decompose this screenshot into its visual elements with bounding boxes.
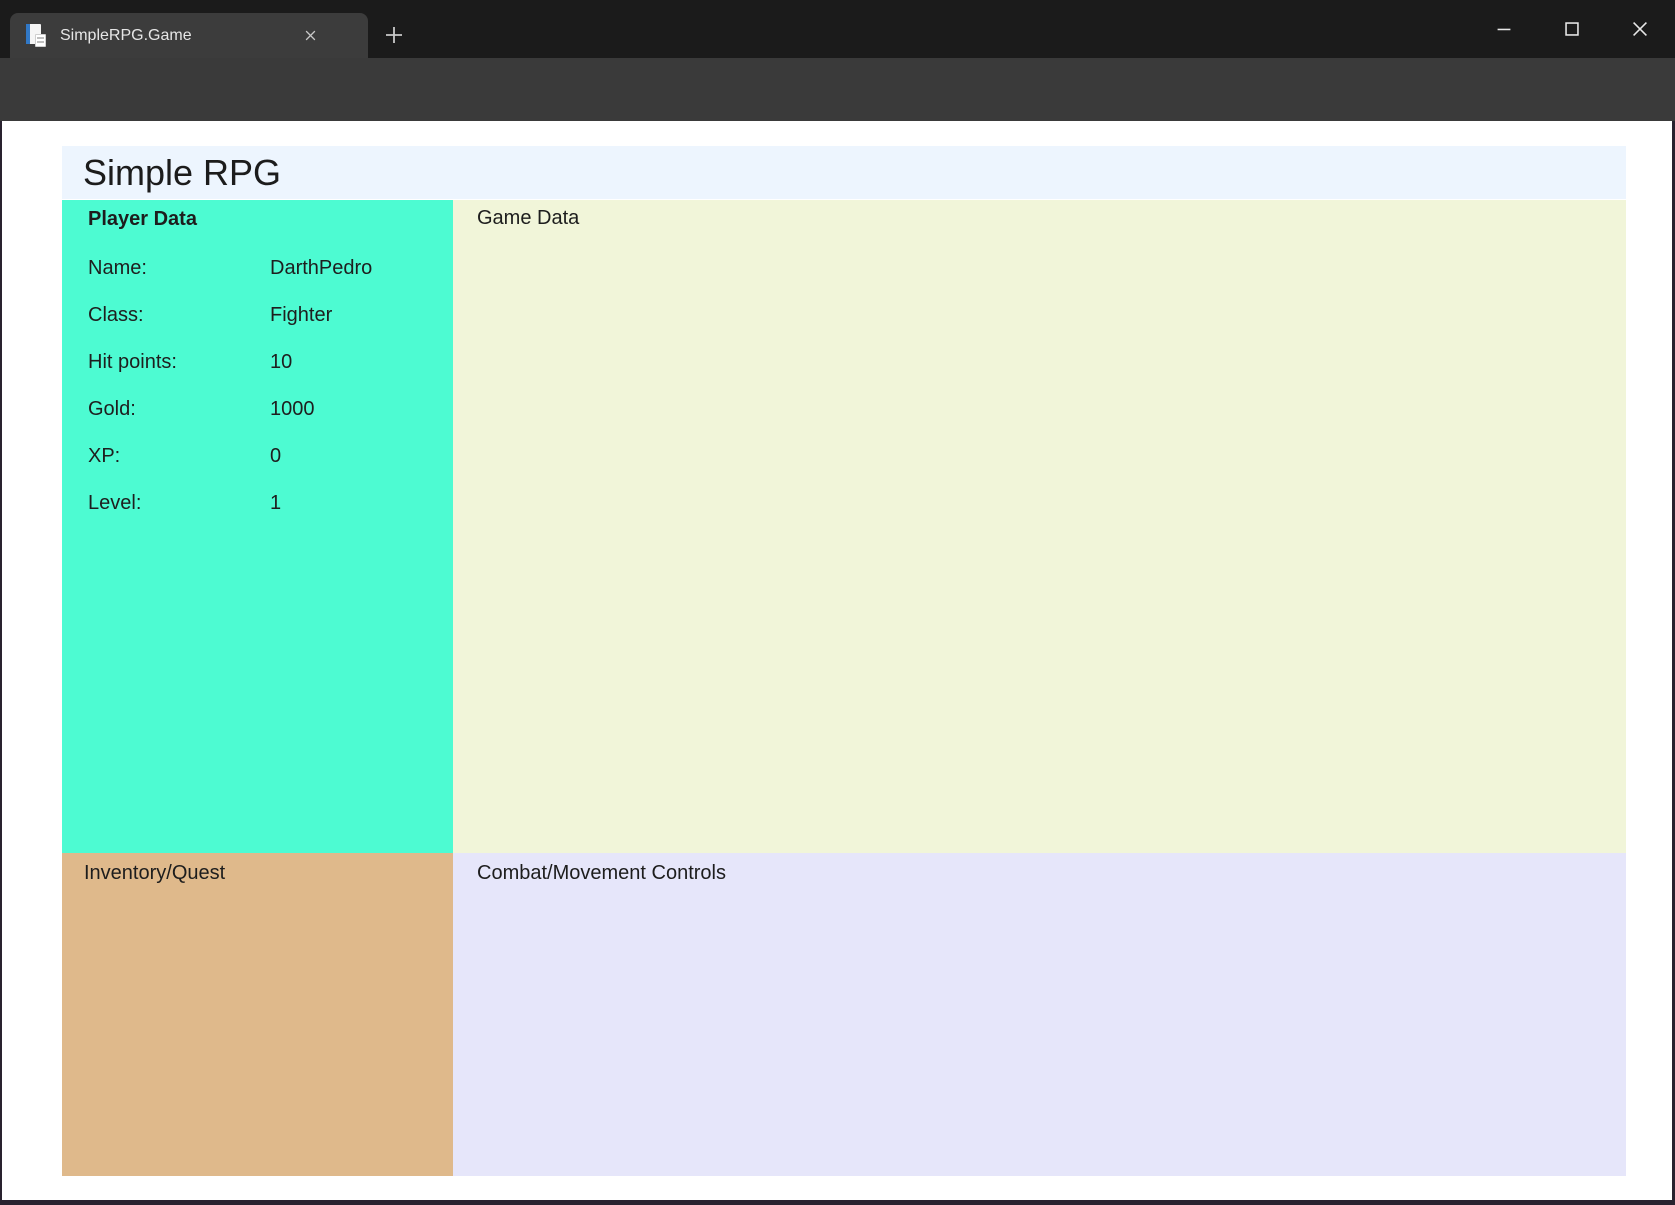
minimize-button[interactable]	[1474, 0, 1534, 58]
browser-window: SimpleRPG.Game Simple RPG Player Data Na…	[0, 0, 1675, 1205]
inventory-quest-title: Inventory/Quest	[84, 862, 226, 884]
player-data-panel: Player Data Name: DarthPedro Class: Figh…	[62, 200, 453, 853]
tab-close-button[interactable]	[296, 22, 324, 50]
stat-row-level: Level: 1	[88, 480, 453, 527]
browser-titlebar: SimpleRPG.Game	[0, 0, 1675, 58]
stat-row-class: Class: Fighter	[88, 292, 453, 339]
stat-label: XP:	[88, 445, 121, 467]
stat-label: Hit points:	[88, 351, 177, 373]
browser-tab[interactable]: SimpleRPG.Game	[10, 13, 368, 58]
page-header: Simple RPG	[62, 146, 1626, 199]
stat-row-name: Name: DarthPedro	[88, 245, 453, 292]
new-tab-button[interactable]	[378, 19, 410, 51]
stat-row-xp: XP: 0	[88, 433, 453, 480]
stat-value: DarthPedro	[270, 257, 373, 279]
combat-movement-panel: Combat/Movement Controls	[453, 853, 1626, 1176]
tab-title: SimpleRPG.Game	[60, 26, 192, 44]
combat-movement-title: Combat/Movement Controls	[477, 862, 726, 884]
window-controls	[1474, 0, 1670, 58]
page-favicon-icon	[26, 24, 46, 47]
new-tab-icon	[386, 27, 402, 43]
close-icon	[1633, 22, 1647, 36]
maximize-button[interactable]	[1542, 0, 1602, 58]
player-data-title: Player Data	[88, 208, 197, 230]
close-window-button[interactable]	[1610, 0, 1670, 58]
tab-close-icon	[305, 30, 315, 41]
web-page: Simple RPG Player Data Name: DarthPedro …	[2, 121, 1672, 1200]
browser-toolbar: https://localhost:44370	[0, 58, 1675, 171]
stat-label: Name:	[88, 257, 147, 279]
stat-row-gold: Gold: 1000	[88, 386, 453, 433]
maximize-icon	[1565, 22, 1579, 36]
stat-value: 0	[270, 445, 282, 467]
inventory-quest-panel: Inventory/Quest	[62, 853, 453, 1176]
stat-value: 1	[270, 492, 282, 514]
stat-label: Gold:	[88, 398, 136, 420]
stat-value: Fighter	[270, 304, 333, 326]
stat-label: Level:	[88, 492, 142, 514]
panel-grid: Player Data Name: DarthPedro Class: Figh…	[62, 200, 1626, 1176]
stat-label: Class:	[88, 304, 144, 326]
stat-value: 10	[270, 351, 293, 373]
game-data-panel: Game Data	[453, 200, 1626, 853]
player-stats: Name: DarthPedro Class: Fighter Hit poin…	[88, 245, 453, 527]
stat-value: 1000	[270, 398, 315, 420]
page-title: Simple RPG	[83, 152, 282, 193]
game-data-title: Game Data	[477, 207, 580, 229]
stat-row-hit-points: Hit points: 10	[88, 339, 453, 386]
minimize-icon	[1497, 28, 1511, 31]
